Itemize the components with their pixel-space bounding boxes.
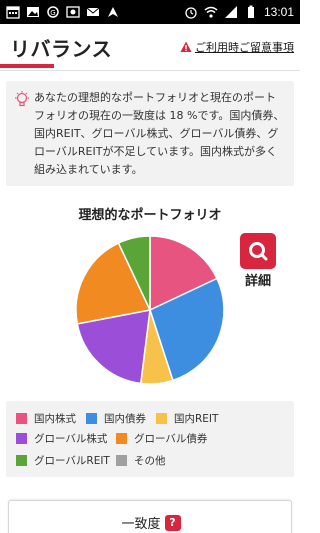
photo-icon: [66, 6, 80, 18]
legend-item: グローバル株式: [16, 431, 107, 446]
detail-button-label[interactable]: 詳細: [240, 270, 276, 289]
legend-item: 国内株式: [16, 411, 76, 426]
signal-icon: [224, 6, 237, 18]
clock: 13:01: [263, 5, 294, 19]
status-right: 13:01: [184, 5, 294, 19]
header: リバランス ご利用時ご留意事項: [0, 24, 300, 70]
legend-label: グローバル債券: [134, 433, 208, 445]
legend-label: グローバル株式: [34, 433, 108, 445]
info-text: あなたの理想的なポートフォリオと現在のポートフォリオの現在の一致度は 18 %で…: [34, 91, 285, 176]
legend-swatch: [16, 455, 27, 466]
legend-swatch: [116, 455, 127, 466]
sync-icon: G: [47, 6, 59, 18]
match-card: 一致度 ?: [8, 500, 292, 533]
pie-chart: [75, 235, 225, 385]
image-icon: [27, 7, 39, 17]
status-left: G: [6, 5, 120, 19]
warning-icon: [180, 41, 192, 52]
legend-swatch: [16, 433, 27, 444]
calendar-icon: [6, 6, 20, 19]
legend-item: 国内REIT: [156, 411, 218, 426]
mail-icon: [86, 7, 100, 16]
legend-item: その他: [116, 453, 166, 468]
legend-label: その他: [134, 455, 166, 467]
notice-label[interactable]: ご利用時ご留意事項: [195, 39, 294, 55]
detail-button[interactable]: [240, 233, 276, 269]
search-icon: [249, 242, 268, 261]
notice-link[interactable]: ご利用時ご留意事項: [180, 39, 294, 55]
chart-legend: 国内株式 国内債券 国内REIT グローバル株式 グローバル債券グローバルREIT その他: [6, 401, 294, 477]
match-row: 一致度 ?: [9, 513, 293, 532]
legend-swatch: [86, 413, 97, 424]
header-divider: [0, 70, 300, 71]
wifi-icon: [204, 6, 218, 18]
svg-text:G: G: [50, 9, 55, 17]
legend-swatch: [16, 413, 27, 424]
page-title: リバランス: [10, 37, 113, 61]
legend-item: 国内債券: [86, 411, 146, 426]
legend-swatch: [116, 433, 127, 444]
lightbulb-icon: [15, 91, 29, 107]
legend-label: 国内REIT: [174, 413, 219, 425]
help-button[interactable]: ?: [164, 514, 181, 531]
legend-swatch: [156, 413, 167, 424]
legend-label: 国内株式: [34, 413, 76, 425]
nav-icon: [108, 7, 118, 17]
legend-label: グローバルREIT: [34, 455, 110, 467]
title-underline: [0, 64, 54, 68]
battery-icon: [247, 5, 254, 18]
chart-title: 理想的なポートフォリオ: [78, 208, 222, 223]
legend-label: 国内債券: [104, 413, 146, 425]
alarm-icon: [185, 7, 197, 19]
legend-item: グローバル債券: [116, 431, 207, 446]
status-bar: G 13:01: [0, 0, 300, 24]
legend-item: グローバルREIT: [16, 453, 110, 468]
match-label: 一致度: [121, 517, 161, 532]
info-box: あなたの理想的なポートフォリオと現在のポートフォリオの現在の一致度は 18 %で…: [6, 81, 294, 186]
